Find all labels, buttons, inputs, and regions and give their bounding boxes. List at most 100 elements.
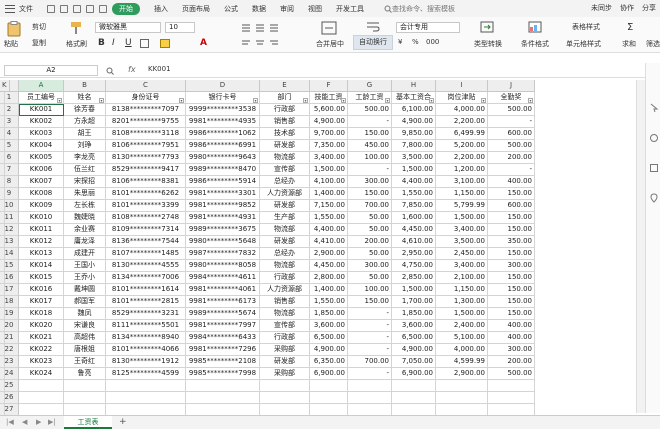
table-cell[interactable]: 150.00 [348, 188, 392, 200]
table-cell[interactable]: 200.00 [488, 356, 535, 368]
cut-button[interactable]: 剪切 [32, 22, 46, 32]
table-cell[interactable]: 研发部 [260, 356, 310, 368]
table-cell[interactable]: 9981*********7997 [186, 320, 260, 332]
table-cell[interactable] [0, 260, 5, 272]
table-cell[interactable]: 4,599.99 [436, 356, 488, 368]
share-button[interactable]: 分享 [642, 3, 656, 13]
table-cell[interactable] [260, 380, 310, 392]
table-cell[interactable]: 6,100.00 [392, 104, 436, 116]
percent-button[interactable]: % [412, 38, 419, 46]
table-cell[interactable]: 1,700.00 [392, 296, 436, 308]
table-cell[interactable]: 1,850.00 [310, 308, 348, 320]
table-cell[interactable] [0, 92, 5, 104]
prev-sheet-icon[interactable]: ◀ [22, 418, 27, 426]
table-cell[interactable]: 行政部 [260, 332, 310, 344]
table-cell[interactable]: 1,600.00 [392, 212, 436, 224]
table-cell[interactable]: 物流部 [260, 152, 310, 164]
table-cell[interactable]: 400.00 [488, 320, 535, 332]
table-cell[interactable]: 采购部 [260, 368, 310, 380]
table-cell[interactable]: 余业赛 [64, 224, 106, 236]
table-cell[interactable]: KK008 [19, 188, 64, 200]
table-cell[interactable]: 人力资源部 [260, 284, 310, 296]
table-cell[interactable]: 9985*********2108 [186, 356, 260, 368]
table-cell[interactable]: 8111*********5501 [106, 320, 186, 332]
table-cell[interactable]: 胡王 [64, 128, 106, 140]
table-cell[interactable] [0, 164, 5, 176]
table-cell[interactable]: 王奇红 [64, 356, 106, 368]
bold-button[interactable]: B [98, 38, 105, 48]
table-cell[interactable]: 4,410.00 [310, 236, 348, 248]
table-cell[interactable] [0, 368, 5, 380]
thousands-button[interactable]: 000 [426, 38, 439, 46]
name-box[interactable]: A2 [4, 65, 98, 76]
table-cell[interactable]: 2,900.00 [436, 368, 488, 380]
table-cell[interactable]: 8101*********2815 [106, 296, 186, 308]
table-cell[interactable] [0, 320, 5, 332]
table-cell[interactable]: 8125*********4599 [106, 368, 186, 380]
table-cell[interactable]: KK021 [19, 332, 64, 344]
table-cell[interactable] [348, 380, 392, 392]
fill-color-icon[interactable] [160, 39, 170, 48]
table-cell[interactable] [0, 344, 5, 356]
table-cell[interactable]: 1,200.00 [436, 164, 488, 176]
table-cell[interactable]: 戴坤圆 [64, 284, 106, 296]
table-cell[interactable]: KK006 [19, 164, 64, 176]
table-cell[interactable]: 王乔小 [64, 272, 106, 284]
table-cell[interactable]: 2,400.00 [436, 320, 488, 332]
table-cell[interactable] [0, 188, 5, 200]
table-cell[interactable]: 1,400.00 [310, 284, 348, 296]
menu-formula[interactable]: 公式 [224, 4, 238, 14]
formula-input[interactable]: KK001 [148, 65, 171, 73]
table-cell[interactable]: KK007 [19, 176, 64, 188]
table-cell[interactable]: 王国小 [64, 260, 106, 272]
table-cell[interactable]: 宋探招 [64, 176, 106, 188]
preview-icon[interactable] [73, 4, 81, 13]
font-color-button[interactable]: A [200, 38, 207, 48]
table-cell[interactable]: 8201*********9755 [106, 116, 186, 128]
save-icon[interactable] [47, 4, 55, 13]
filter-dropdown-icon[interactable]: ▾ [341, 98, 346, 103]
table-cell[interactable]: 成建开 [64, 248, 106, 260]
table-cell[interactable]: 7,350.00 [310, 140, 348, 152]
table-cell[interactable]: 9981*********4061 [186, 284, 260, 296]
table-cell[interactable] [106, 380, 186, 392]
table-cell[interactable]: 7,800.00 [392, 140, 436, 152]
table-cell[interactable]: 9989*********3675 [186, 224, 260, 236]
table-cell[interactable]: 6,900.00 [392, 368, 436, 380]
table-cell[interactable] [186, 380, 260, 392]
table-cell[interactable]: 6,900.00 [310, 368, 348, 380]
table-cell[interactable]: 9999*********3538 [186, 104, 260, 116]
column-header-c[interactable]: C [106, 80, 186, 92]
table-cell[interactable]: 1,500.00 [392, 164, 436, 176]
copy-button[interactable]: 复制 [32, 38, 46, 48]
table-cell[interactable] [392, 380, 436, 392]
table-cell[interactable]: 刘琤 [64, 140, 106, 152]
table-cell[interactable] [0, 128, 5, 140]
table-cell[interactable]: 4,100.00 [310, 176, 348, 188]
column-title[interactable]: 银行卡号 [186, 92, 260, 104]
table-cell[interactable] [0, 356, 5, 368]
table-cell[interactable]: KK001 [19, 104, 64, 116]
alignment-icons[interactable] [242, 23, 302, 49]
table-cell[interactable]: 魏凤 [64, 308, 106, 320]
table-cell[interactable]: 5,799.99 [436, 200, 488, 212]
table-cell[interactable] [0, 116, 5, 128]
table-cell[interactable]: 总经办 [260, 176, 310, 188]
table-cell[interactable]: 50.00 [348, 272, 392, 284]
table-cell[interactable]: 450.00 [348, 140, 392, 152]
location-icon[interactable] [649, 193, 659, 203]
table-cell[interactable]: 300.00 [488, 344, 535, 356]
table-cell[interactable]: 8138*********7097 [106, 104, 186, 116]
table-cell[interactable]: 2,800.00 [310, 272, 348, 284]
table-cell[interactable]: 400.00 [488, 332, 535, 344]
table-cell[interactable]: 人力资源部 [260, 188, 310, 200]
table-cell[interactable]: 6,500.00 [310, 332, 348, 344]
table-cell[interactable]: 9,700.00 [310, 128, 348, 140]
table-cell[interactable]: - [348, 368, 392, 380]
table-cell[interactable]: 500.00 [488, 104, 535, 116]
table-cell[interactable] [310, 392, 348, 404]
filter-dropdown-icon[interactable]: ▾ [253, 98, 258, 103]
table-cell[interactable]: 伍兰红 [64, 164, 106, 176]
paste-icon[interactable] [6, 21, 22, 37]
filter-dropdown-icon[interactable]: ▾ [99, 98, 104, 103]
